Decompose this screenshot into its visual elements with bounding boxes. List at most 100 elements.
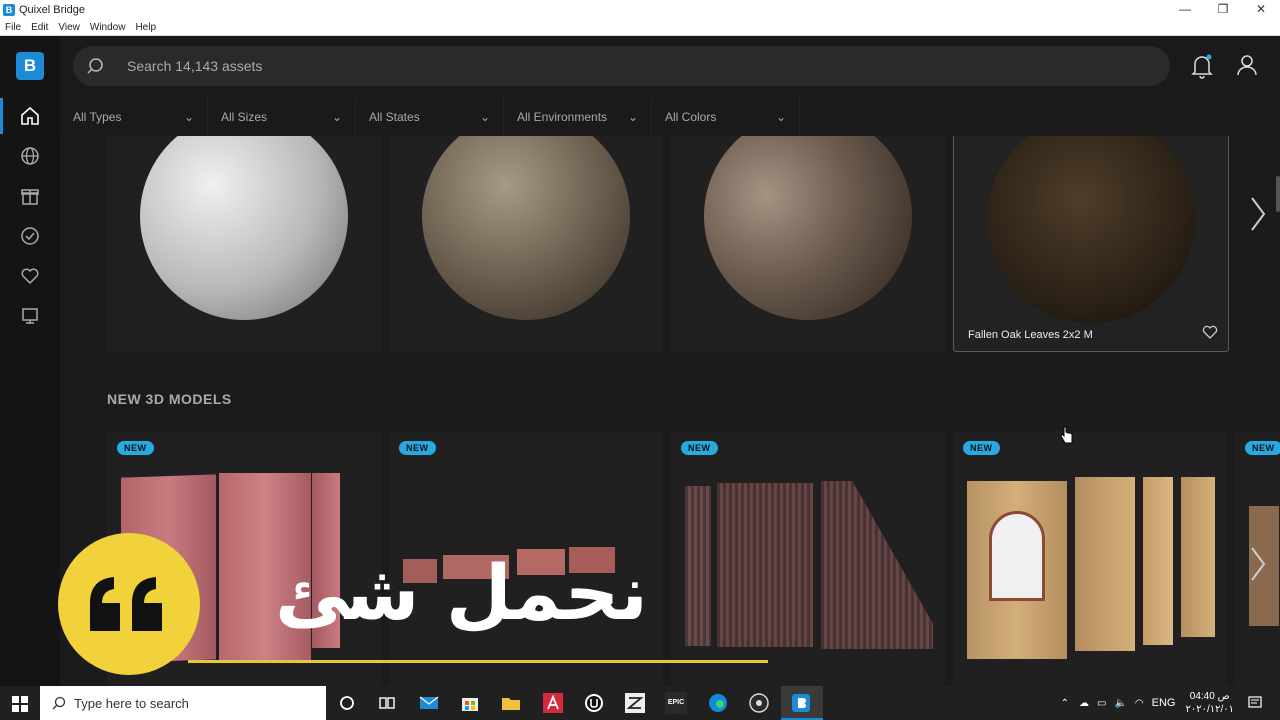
window-frame — [989, 511, 1045, 601]
bridge-logo[interactable]: B — [16, 52, 44, 80]
favorite-heart-icon[interactable] — [1202, 325, 1218, 339]
autodesk-icon[interactable] — [542, 692, 564, 714]
rock-sphere-preview — [422, 136, 630, 320]
home-icon[interactable] — [19, 105, 41, 127]
header: Search 14,143 assets — [60, 36, 1280, 98]
windows-taskbar: Type here to search EPIC ⌃ ☁ ▭ 🔈 ◠ ENG 0… — [0, 686, 1280, 720]
concrete-sphere-preview — [140, 136, 348, 320]
menu-bar: File Edit View Window Help — [0, 19, 1280, 36]
unreal-icon[interactable] — [583, 692, 605, 714]
globe-icon[interactable] — [19, 145, 41, 167]
volume-icon[interactable]: 🔈 — [1114, 698, 1126, 709]
chevron-down-icon: ⌄ — [775, 110, 786, 124]
system-tray: ⌃ ☁ ▭ 🔈 ◠ ENG 04:40 ص ٢٠٢٠/١٢/٠١ — [1061, 686, 1280, 720]
task-view-icon[interactable] — [376, 692, 398, 714]
bridge-icon — [792, 694, 810, 712]
chevron-down-icon: ⌄ — [627, 110, 638, 124]
filter-label: All Sizes — [221, 110, 268, 124]
menu-edit[interactable]: Edit — [26, 22, 53, 33]
battery-icon[interactable]: ▭ — [1097, 698, 1106, 709]
windows-start-icon[interactable] — [12, 696, 28, 712]
filter-label: All States — [369, 110, 420, 124]
title-bar: B Quixel Bridge — ❐ ✕ — [0, 0, 1280, 19]
overlay-caption: نحمل شئ — [275, 548, 648, 637]
surface-card-concrete[interactable] — [107, 136, 381, 351]
language-indicator[interactable]: ENG — [1152, 697, 1176, 709]
bridge-app-icon: B — [3, 3, 15, 16]
carousel-next-icon[interactable] — [1248, 544, 1268, 584]
chevron-down-icon: ⌄ — [331, 110, 342, 124]
quote-badge — [58, 533, 200, 675]
new-badge: NEW — [681, 441, 718, 455]
brick-pillar — [1075, 477, 1135, 651]
brick-pillar — [1143, 477, 1173, 645]
search-icon — [87, 58, 103, 74]
file-explorer-icon[interactable] — [500, 692, 522, 714]
clock[interactable]: 04:40 ص ٢٠٢٠/١٢/٠١ — [1185, 690, 1234, 716]
clock-time: 04:40 ص — [1189, 691, 1230, 702]
model-card-corrugated-panels[interactable]: NEW — [671, 431, 945, 686]
taskbar-active-app[interactable] — [781, 686, 823, 720]
onedrive-icon[interactable]: ☁ — [1079, 698, 1089, 709]
close-button[interactable]: ✕ — [1242, 0, 1280, 19]
new-badge: NEW — [117, 441, 154, 455]
cortana-icon[interactable] — [336, 692, 358, 714]
section-title: NEW 3D MODELS — [107, 391, 232, 407]
new-badge: NEW — [963, 441, 1000, 455]
filter-environments[interactable]: All Environments ⌄ — [504, 98, 652, 136]
menu-view[interactable]: View — [53, 22, 85, 33]
monitor-icon[interactable] — [19, 305, 41, 327]
scrollbar-thumb[interactable] — [1276, 176, 1280, 212]
filter-states[interactable]: All States ⌄ — [356, 98, 504, 136]
surface-card-fallen-oak-leaves[interactable]: Fallen Oak Leaves 2x2 M — [953, 136, 1229, 352]
edge-icon[interactable] — [707, 692, 729, 714]
panel-piece — [821, 481, 933, 649]
taskbar-search-input[interactable]: Type here to search — [74, 696, 189, 711]
window-controls: — ❐ ✕ — [1166, 0, 1280, 19]
wifi-icon[interactable]: ◠ — [1135, 698, 1144, 709]
surface-card-soil[interactable] — [671, 136, 945, 351]
carousel-next-icon[interactable] — [1248, 194, 1268, 234]
panel-piece — [685, 486, 711, 646]
restore-button[interactable]: ❐ — [1204, 0, 1242, 19]
filter-sizes[interactable]: All Sizes ⌄ — [208, 98, 356, 136]
panel-piece — [717, 483, 813, 647]
heart-icon[interactable] — [19, 265, 41, 287]
store-icon[interactable] — [459, 692, 481, 714]
surface-card-rock[interactable] — [389, 136, 663, 351]
action-center-icon[interactable] — [1248, 696, 1262, 710]
asset-browser: Fallen Oak Leaves 2x2 M NEW 3D MODELS NE… — [60, 136, 1280, 686]
taskbar-search[interactable]: Type here to search — [40, 686, 326, 720]
notification-bell-icon[interactable] — [1190, 53, 1214, 79]
model-card-brick-wall[interactable]: NEW — [953, 431, 1227, 686]
window-title: Quixel Bridge — [19, 3, 86, 16]
new-badge: NEW — [1245, 441, 1280, 455]
chevron-up-icon[interactable]: ⌃ — [1061, 698, 1069, 709]
brick-wall-window — [967, 481, 1067, 659]
search-bar[interactable]: Search 14,143 assets — [73, 46, 1170, 86]
check-circle-icon[interactable] — [19, 225, 41, 247]
leaves-sphere-preview — [987, 136, 1195, 323]
clock-date: ٢٠٢٠/١٢/٠١ — [1185, 704, 1234, 715]
filter-colors[interactable]: All Colors ⌄ — [652, 98, 800, 136]
new-badge: NEW — [399, 441, 436, 455]
user-icon[interactable] — [1235, 53, 1259, 77]
zbrush-icon[interactable] — [624, 692, 646, 714]
soil-sphere-preview — [704, 136, 912, 320]
sidebar: B — [0, 36, 60, 686]
overlay-underline — [188, 660, 768, 663]
chevron-down-icon: ⌄ — [183, 110, 194, 124]
menu-window[interactable]: Window — [85, 22, 131, 33]
nav-active-indicator — [0, 98, 3, 134]
filter-types[interactable]: All Types ⌄ — [60, 98, 208, 136]
search-input[interactable]: Search 14,143 assets — [127, 58, 262, 74]
filter-label: All Environments — [517, 110, 608, 124]
obs-icon[interactable] — [748, 692, 770, 714]
minimize-button[interactable]: — — [1166, 0, 1204, 19]
mail-icon[interactable] — [418, 692, 440, 714]
quote-marks-icon — [90, 577, 162, 631]
gift-icon[interactable] — [19, 185, 41, 207]
menu-file[interactable]: File — [0, 22, 26, 33]
menu-help[interactable]: Help — [130, 22, 161, 33]
epic-games-icon[interactable]: EPIC — [665, 692, 687, 714]
